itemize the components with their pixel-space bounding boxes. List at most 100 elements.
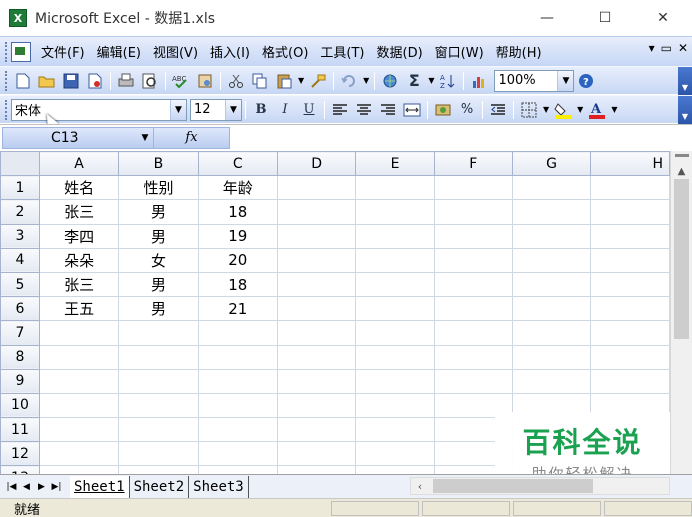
cell[interactable]: [590, 368, 670, 394]
spelling-check-icon[interactable]: ABC: [170, 70, 192, 92]
paste-dropdown-arrow-icon[interactable]: ▼: [298, 76, 304, 85]
help-question-icon[interactable]: ?: [575, 70, 597, 92]
menubar-grip-handle[interactable]: [5, 41, 8, 62]
workbook-minimize-button[interactable]: ▾: [649, 41, 655, 55]
row-header[interactable]: 6: [0, 296, 40, 322]
row-header[interactable]: 11: [0, 417, 40, 443]
zoom-select[interactable]: 100% ▼: [494, 69, 575, 92]
column-header[interactable]: H: [590, 151, 670, 177]
cell[interactable]: [276, 465, 357, 474]
cell[interactable]: [590, 320, 670, 346]
cell[interactable]: [590, 223, 670, 249]
cell[interactable]: [276, 296, 357, 322]
cell[interactable]: [355, 465, 435, 474]
cell[interactable]: [433, 199, 513, 225]
cell[interactable]: [590, 271, 670, 298]
sheet-tab-sheet3[interactable]: Sheet3: [189, 475, 249, 498]
undo-icon[interactable]: [338, 70, 360, 92]
cell[interactable]: 女: [118, 247, 199, 273]
row-header[interactable]: 3: [0, 223, 40, 249]
close-button[interactable]: ✕: [634, 0, 692, 36]
cell[interactable]: [355, 320, 435, 346]
row-header[interactable]: 4: [0, 247, 40, 273]
horizontal-scroll-thumb[interactable]: [433, 479, 593, 493]
menu-insert[interactable]: 插入(I): [204, 42, 256, 61]
cell[interactable]: [511, 223, 592, 249]
decrease-indent-icon[interactable]: [487, 99, 509, 121]
fill-color-bucket-icon[interactable]: [552, 99, 574, 121]
column-header[interactable]: G: [511, 151, 592, 177]
font-name-select[interactable]: 宋体 ▼: [11, 98, 187, 121]
cell[interactable]: [276, 247, 357, 273]
cell[interactable]: [590, 247, 670, 273]
cell[interactable]: [276, 368, 357, 394]
workbook-icon[interactable]: [11, 41, 31, 62]
open-folder-icon[interactable]: [36, 70, 58, 92]
cell[interactable]: [433, 223, 513, 249]
cell[interactable]: 18: [197, 199, 278, 225]
cell[interactable]: [276, 441, 357, 467]
cell[interactable]: [197, 441, 278, 467]
cell[interactable]: 李四: [38, 223, 120, 249]
align-right-icon[interactable]: [377, 99, 399, 121]
cell[interactable]: [355, 296, 435, 322]
cell[interactable]: [433, 320, 513, 346]
row-header[interactable]: 8: [0, 344, 40, 370]
row-header[interactable]: 10: [0, 392, 40, 419]
minimize-button[interactable]: —: [518, 0, 576, 36]
column-header[interactable]: E: [355, 151, 435, 177]
row-header[interactable]: 9: [0, 368, 40, 394]
column-header[interactable]: C: [197, 151, 278, 177]
cell[interactable]: [118, 368, 199, 394]
row-header[interactable]: 7: [0, 320, 40, 346]
cell[interactable]: [38, 344, 120, 370]
sheet-tab-sheet2[interactable]: Sheet2: [130, 475, 190, 498]
cell[interactable]: [590, 296, 670, 322]
menu-window[interactable]: 窗口(W): [429, 42, 490, 61]
cell[interactable]: [355, 247, 435, 273]
cell[interactable]: [511, 320, 592, 346]
autosum-dropdown-arrow-icon[interactable]: ▼: [428, 76, 434, 85]
cell[interactable]: 年龄: [197, 175, 278, 201]
cell[interactable]: 男: [118, 271, 199, 298]
column-header[interactable]: A: [38, 151, 120, 177]
font-name-dropdown-arrow-icon[interactable]: ▼: [170, 99, 186, 120]
cell[interactable]: [276, 223, 357, 249]
print-icon[interactable]: [115, 70, 137, 92]
cell[interactable]: [38, 392, 120, 419]
cell[interactable]: [276, 417, 357, 443]
horizontal-scrollbar[interactable]: ‹: [410, 477, 670, 495]
name-box-dropdown-arrow-icon[interactable]: ▼: [137, 133, 153, 143]
toolbar-grip-handle[interactable]: [5, 70, 8, 91]
menu-format[interactable]: 格式(O): [256, 42, 314, 61]
cell[interactable]: [197, 368, 278, 394]
row-header[interactable]: 5: [0, 271, 40, 298]
cell[interactable]: 王五: [38, 296, 120, 322]
menu-data[interactable]: 数据(D): [371, 42, 429, 61]
new-document-icon[interactable]: [12, 70, 34, 92]
row-header[interactable]: 1: [0, 175, 40, 201]
column-header[interactable]: F: [433, 151, 513, 177]
cell[interactable]: [590, 175, 670, 201]
cell[interactable]: [118, 441, 199, 467]
cell[interactable]: [355, 392, 435, 419]
merge-center-icon[interactable]: [401, 99, 423, 121]
align-center-icon[interactable]: [353, 99, 375, 121]
cell[interactable]: [118, 465, 199, 474]
name-box[interactable]: C13 ▼: [2, 126, 154, 149]
cell[interactable]: [355, 175, 435, 201]
cell[interactable]: [355, 441, 435, 467]
cell[interactable]: [511, 247, 592, 273]
cell[interactable]: [276, 392, 357, 419]
cell[interactable]: 男: [118, 199, 199, 225]
workbook-restore-button[interactable]: ▭: [661, 41, 672, 55]
name-box-value[interactable]: C13: [3, 130, 137, 146]
first-sheet-arrow-icon[interactable]: |◀: [4, 482, 19, 492]
permission-icon[interactable]: [84, 70, 106, 92]
cell[interactable]: [118, 392, 199, 419]
select-all-corner[interactable]: [0, 151, 40, 177]
scroll-up-arrow-icon[interactable]: ▲: [671, 161, 692, 181]
vertical-scrollbar[interactable]: ▲: [670, 151, 692, 474]
cell[interactable]: [433, 296, 513, 322]
cell[interactable]: [276, 320, 357, 346]
